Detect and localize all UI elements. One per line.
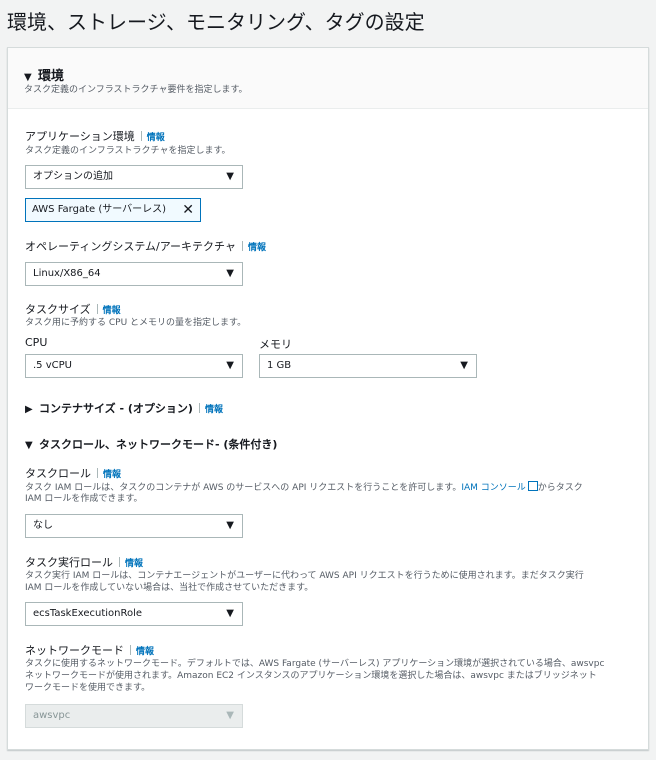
task-role-label-row: タスクロール 情報 <box>25 465 121 481</box>
exec-role-label: タスク実行ロール <box>25 556 113 569</box>
dropdown-caret-icon: ▼ <box>226 171 234 182</box>
iam-console-link[interactable]: IAM コンソール <box>461 483 525 493</box>
app-env-token: AWS Fargate (サーバーレス) ✕ <box>25 198 201 222</box>
exec-role-label-row: タスク実行ロール 情報 <box>25 554 143 570</box>
container-size-expander[interactable]: ▶ コンテナサイズ - (オプション) 情報 <box>25 400 223 416</box>
memory-select[interactable]: 1 GB ▼ <box>259 354 477 378</box>
os-arch-select[interactable]: Linux/X86_64 ▼ <box>25 262 243 286</box>
network-mode-label-row: ネットワークモード 情報 <box>25 642 154 658</box>
exec-role-description-line2: IAM ロールを作成していない場合は、当社で作成させていただきます。 <box>25 583 314 593</box>
memory-select-value: 1 GB <box>267 360 292 371</box>
cpu-select[interactable]: .5 vCPU ▼ <box>25 354 243 378</box>
task-role-select[interactable]: なし ▼ <box>25 514 243 538</box>
os-arch-info-link[interactable]: 情報 <box>248 243 266 253</box>
os-arch-label-row: オペレーティングシステム/アーキテクチャ 情報 <box>25 238 266 254</box>
role-network-label: タスクロール、ネットワークモード- (条件付き) <box>39 438 278 451</box>
caret-down-icon: ▼ <box>25 440 33 451</box>
exec-role-select[interactable]: ecsTaskExecutionRole ▼ <box>25 602 243 626</box>
task-role-select-value: なし <box>33 520 53 531</box>
exec-role-description: タスク実行 IAM ロールは、コンテナエージェントがユーザーに代わって AWS … <box>25 571 584 581</box>
caret-down-icon: ▼ <box>24 72 32 83</box>
task-size-label-row: タスクサイズ 情報 <box>25 301 121 317</box>
page-title: 環境、ストレージ、モニタリング、タグの設定 <box>7 10 425 34</box>
environment-panel: ▼ 環境 タスク定義のインフラストラクチャ要件を指定します。 アプリケーション環境… <box>7 47 649 750</box>
caret-right-icon: ▶ <box>25 404 33 415</box>
task-size-label: タスクサイズ <box>25 303 91 316</box>
container-size-info-link[interactable]: 情報 <box>205 405 223 415</box>
cpu-select-value: .5 vCPU <box>33 360 72 371</box>
app-env-select[interactable]: オプションの追加 ▼ <box>25 165 243 189</box>
exec-role-info-link[interactable]: 情報 <box>125 559 143 569</box>
network-mode-description-line2: ネットワークモードが使用されます。Amazon EC2 インスタンスのアプリケー… <box>25 671 597 681</box>
task-role-desc-text: タスク IAM ロールは、タスクのコンテナが AWS のサービスへの API リ… <box>25 483 462 493</box>
app-env-description: タスク定義のインフラストラクチャを指定します。 <box>25 146 231 156</box>
app-env-select-value: オプションの追加 <box>33 171 113 182</box>
network-mode-description: タスクに使用するネットワークモード。デフォルトでは、AWS Fargate (サ… <box>25 659 605 669</box>
os-arch-select-value: Linux/X86_64 <box>33 268 101 279</box>
app-env-info-link[interactable]: 情報 <box>147 133 165 143</box>
task-role-description-line2: IAM ロールを作成できます。 <box>25 494 143 504</box>
task-role-info-link[interactable]: 情報 <box>103 470 121 480</box>
dropdown-caret-icon: ▼ <box>226 268 234 279</box>
external-link-icon <box>527 481 538 491</box>
exec-role-select-value: ecsTaskExecutionRole <box>33 608 143 619</box>
section-toggle[interactable]: ▼ 環境 <box>24 65 64 84</box>
memory-label: メモリ <box>259 338 292 351</box>
network-mode-select: awsvpc ▼ <box>25 704 243 728</box>
os-arch-label: オペレーティングシステム/アーキテクチャ <box>25 240 236 253</box>
panel-header: ▼ 環境 タスク定義のインフラストラクチャ要件を指定します。 <box>8 48 648 109</box>
app-env-token-label: AWS Fargate (サーバーレス) <box>32 204 167 215</box>
task-size-description: タスク用に予約する CPU とメモリの量を指定します。 <box>25 318 247 328</box>
close-icon[interactable]: ✕ <box>182 199 194 221</box>
dropdown-caret-icon: ▼ <box>226 360 234 371</box>
task-size-info-link[interactable]: 情報 <box>103 306 121 316</box>
network-mode-info-link[interactable]: 情報 <box>136 647 154 657</box>
dropdown-caret-icon: ▼ <box>460 360 468 371</box>
section-description: タスク定義のインフラストラクチャ要件を指定します。 <box>24 85 248 95</box>
dropdown-caret-icon: ▼ <box>226 520 234 531</box>
task-role-label: タスクロール <box>25 467 91 480</box>
dropdown-caret-icon: ▼ <box>226 710 234 721</box>
cpu-label: CPU <box>25 336 48 349</box>
dropdown-caret-icon: ▼ <box>226 608 234 619</box>
section-title: 環境 <box>38 69 65 84</box>
network-mode-description-line3: ワークモードを使用できます。 <box>25 683 151 693</box>
app-env-label: アプリケーション環境 <box>25 130 135 143</box>
app-env-label-row: アプリケーション環境 情報 <box>25 128 165 144</box>
container-size-label: コンテナサイズ - (オプション) <box>39 402 193 415</box>
task-role-desc-text-2: からタスク <box>537 483 583 493</box>
role-network-expander[interactable]: ▼ タスクロール、ネットワークモード- (条件付き) <box>25 436 277 452</box>
network-mode-select-value: awsvpc <box>33 710 71 721</box>
network-mode-label: ネットワークモード <box>25 644 124 657</box>
